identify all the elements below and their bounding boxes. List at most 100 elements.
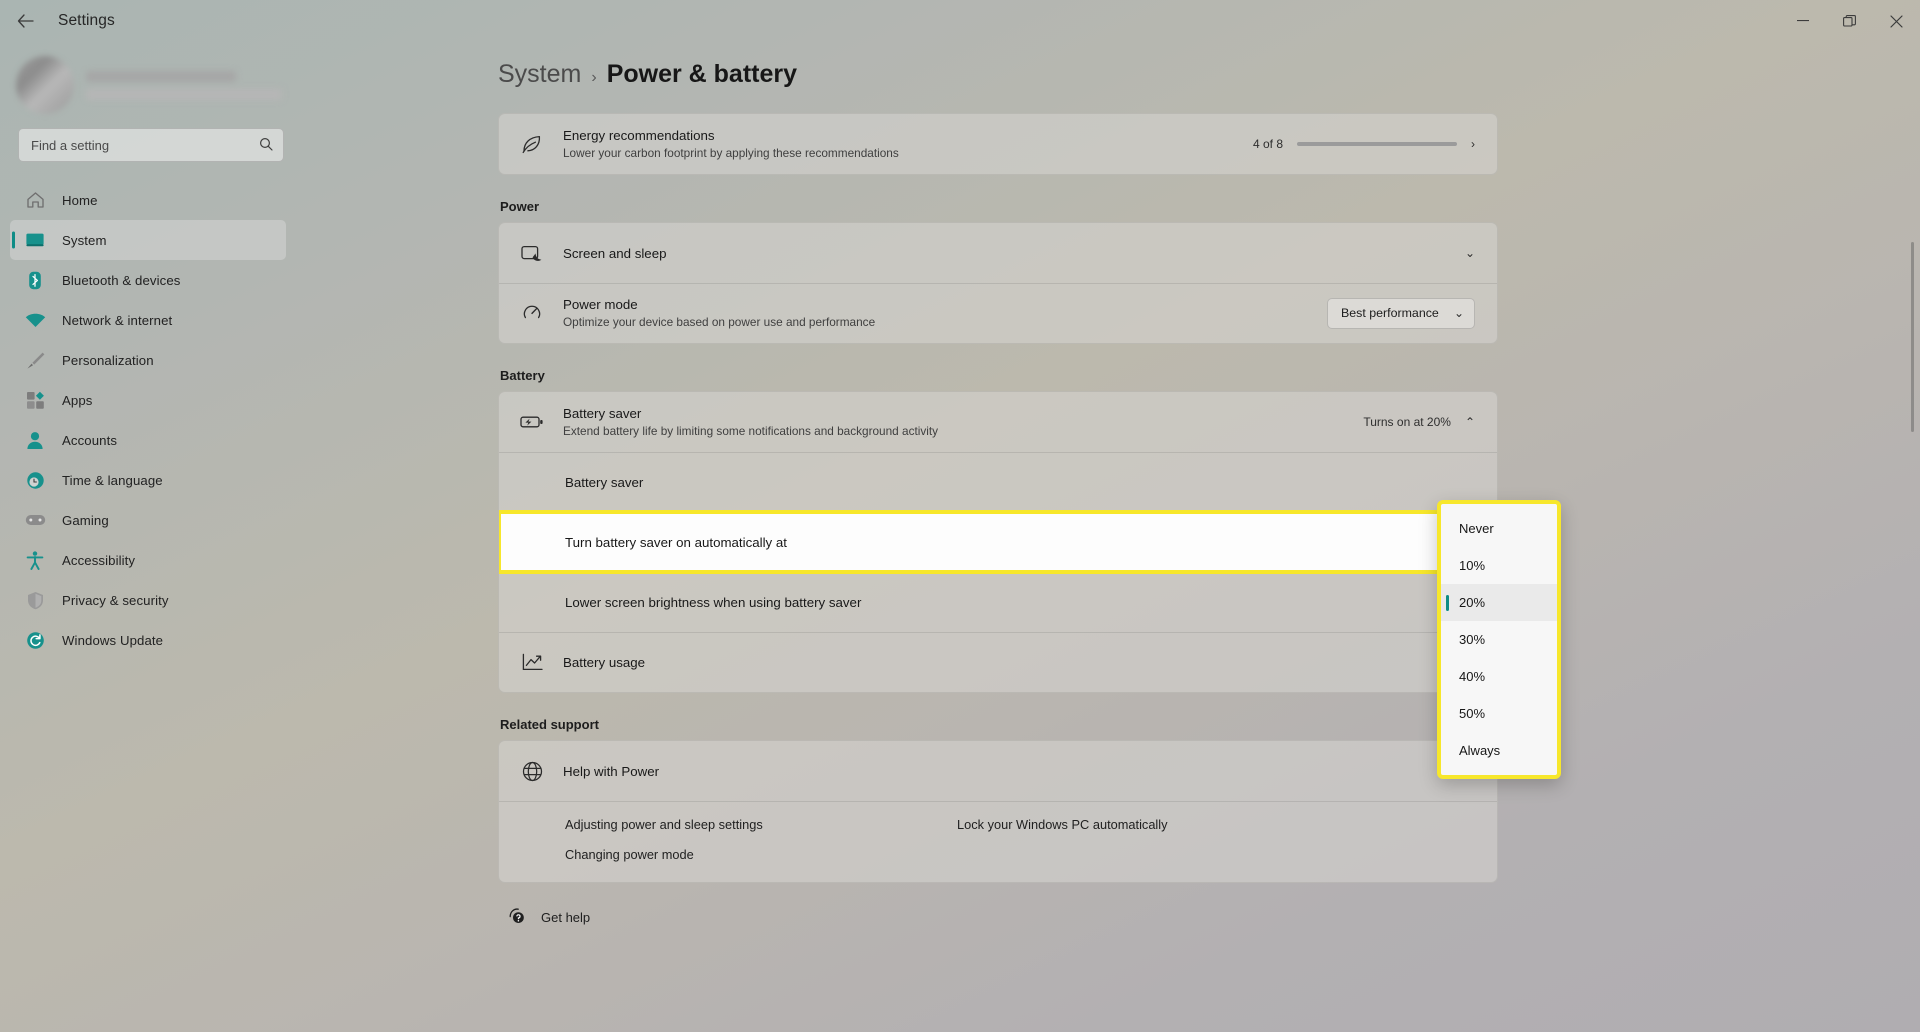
dropdown-option-label: Always xyxy=(1459,743,1501,758)
dropdown-option-label: 10% xyxy=(1459,558,1486,573)
related-support-card: Help with Power ⌃ Adjusting power and sl… xyxy=(498,740,1498,883)
energy-recommendations-row[interactable]: Energy recommendations Lower your carbon… xyxy=(499,114,1497,174)
dropdown-option-label: Never xyxy=(1459,521,1494,536)
turn-battery-saver-on-row[interactable]: Turn battery saver on automatically at xyxy=(499,510,1497,574)
clock-icon xyxy=(24,470,46,490)
sidebar-item-label: Apps xyxy=(62,392,93,408)
chevron-right-icon[interactable]: › xyxy=(1471,137,1475,151)
battery-saver-title: Battery saver xyxy=(563,406,642,421)
dropdown-option-50[interactable]: 50% xyxy=(1441,695,1557,732)
power-mode-text: Power mode Optimize your device based on… xyxy=(563,297,875,329)
sidebar-item-label: Home xyxy=(62,192,98,208)
sidebar-item-label: Accounts xyxy=(62,432,118,448)
dropdown-option-30[interactable]: 30% xyxy=(1441,621,1557,658)
sidebar: Home System Bluetooth xyxy=(0,42,300,1032)
sidebar-item-apps[interactable]: Apps xyxy=(10,380,286,420)
apps-icon xyxy=(24,390,46,410)
close-button[interactable] xyxy=(1873,0,1920,42)
battery-usage-text: Battery usage xyxy=(563,655,645,670)
breadcrumb: System › Power & battery xyxy=(498,60,1920,89)
support-links-right: Lock your Windows PC automatically xyxy=(957,817,1168,862)
chevron-up-icon[interactable]: ⌃ xyxy=(1465,415,1475,429)
help-icon xyxy=(508,907,527,928)
dropdown-option-never[interactable]: Never xyxy=(1441,510,1557,547)
sidebar-item-label: Bluetooth & devices xyxy=(62,272,181,288)
accessibility-icon xyxy=(24,550,46,570)
power-mode-dropdown[interactable]: Best performance ⌄ xyxy=(1327,297,1475,329)
back-button[interactable] xyxy=(8,4,42,38)
lower-brightness-row[interactable]: Lower screen brightness when using batte… xyxy=(499,572,1497,632)
breadcrumb-separator-icon: › xyxy=(591,69,597,86)
battery-card: Battery saver Extend battery life by lim… xyxy=(498,391,1498,693)
maximize-button[interactable] xyxy=(1826,0,1873,42)
power-mode-right: Best performance ⌄ xyxy=(1327,297,1475,329)
battery-saver-text: Battery saver Extend battery life by lim… xyxy=(563,406,938,438)
battery-saver-toggle-row[interactable]: Battery saver xyxy=(499,452,1497,512)
screen-sleep-icon xyxy=(519,244,545,263)
dropdown-option-label: 20% xyxy=(1459,595,1486,610)
user-profile[interactable] xyxy=(0,52,300,114)
sidebar-item-label: Network & internet xyxy=(62,312,173,328)
sidebar-item-accounts[interactable]: Accounts xyxy=(10,420,286,460)
sidebar-item-system[interactable]: System xyxy=(10,220,286,260)
support-link[interactable]: Adjusting power and sleep settings xyxy=(565,817,957,832)
battery-saver-toggle-label: Battery saver xyxy=(565,474,644,490)
chart-icon xyxy=(519,653,545,671)
sidebar-item-accessibility[interactable]: Accessibility xyxy=(10,540,286,580)
battery-saver-row[interactable]: Battery saver Extend battery life by lim… xyxy=(499,392,1497,452)
energy-text: Energy recommendations Lower your carbon… xyxy=(563,128,899,160)
dropdown-option-40[interactable]: 40% xyxy=(1441,658,1557,695)
sidebar-item-personalization[interactable]: Personalization xyxy=(10,340,286,380)
support-link[interactable]: Lock your Windows PC automatically xyxy=(957,817,1168,832)
sidebar-item-privacy-security[interactable]: Privacy & security xyxy=(10,580,286,620)
sidebar-item-label: Gaming xyxy=(62,512,109,528)
title-bar: Settings xyxy=(0,0,1920,42)
dropdown-option-always[interactable]: Always xyxy=(1441,732,1557,769)
turn-battery-saver-on-text: Turn battery saver on automatically at xyxy=(565,535,787,550)
dropdown-option-10[interactable]: 10% xyxy=(1441,547,1557,584)
support-links: Adjusting power and sleep settings Chang… xyxy=(499,801,1497,882)
scrollbar-thumb[interactable] xyxy=(1911,242,1914,432)
brush-icon xyxy=(24,350,46,370)
power-mode-subtitle: Optimize your device based on power use … xyxy=(563,315,876,329)
system-icon xyxy=(24,230,46,250)
screen-and-sleep-row[interactable]: Screen and sleep ⌄ xyxy=(499,223,1497,283)
sidebar-item-gaming[interactable]: Gaming xyxy=(10,500,286,540)
maximize-icon xyxy=(1843,14,1856,27)
sidebar-item-network-internet[interactable]: Network & internet xyxy=(10,300,286,340)
battery-usage-title: Battery usage xyxy=(563,654,646,670)
dropdown-option-label: 30% xyxy=(1459,632,1486,647)
help-with-power-row[interactable]: Help with Power ⌃ xyxy=(499,741,1497,801)
breadcrumb-parent[interactable]: System xyxy=(498,60,581,89)
battery-saver-threshold-dropdown[interactable]: Never 10% 20% 30% 40% 50% Always xyxy=(1437,500,1561,779)
sidebar-item-label: Accessibility xyxy=(62,552,136,568)
get-help-link[interactable]: Get help xyxy=(508,907,1920,928)
update-icon xyxy=(24,630,46,650)
related-support-heading: Related support xyxy=(500,717,599,732)
chevron-down-icon: ⌄ xyxy=(1453,306,1464,320)
support-link[interactable]: Changing power mode xyxy=(565,847,957,862)
sidebar-item-bluetooth-devices[interactable]: Bluetooth & devices xyxy=(10,260,286,300)
search-box[interactable] xyxy=(18,128,284,162)
sidebar-item-label: Personalization xyxy=(62,352,154,368)
dropdown-option-20[interactable]: 20% xyxy=(1441,584,1557,621)
turn-battery-saver-on-label: Turn battery saver on automatically at xyxy=(565,534,787,550)
sidebar-item-windows-update[interactable]: Windows Update xyxy=(10,620,286,660)
get-help-label: Get help xyxy=(541,910,591,925)
search-input[interactable] xyxy=(31,137,259,153)
power-mode-row[interactable]: Power mode Optimize your device based on… xyxy=(499,283,1497,343)
avatar xyxy=(16,56,74,114)
energy-progress-group: 4 of 8 › xyxy=(1253,137,1475,151)
chevron-down-icon[interactable]: ⌄ xyxy=(1465,246,1475,260)
sidebar-item-time-language[interactable]: Time & language xyxy=(10,460,286,500)
energy-count: 4 of 8 xyxy=(1252,137,1283,151)
battery-saver-status: Turns on at 20% xyxy=(1363,415,1451,429)
sidebar-item-home[interactable]: Home xyxy=(10,180,286,220)
arrow-left-icon xyxy=(17,14,34,28)
battery-usage-row[interactable]: Battery usage ⌄ xyxy=(499,632,1497,692)
minimize-button[interactable] xyxy=(1779,0,1826,42)
battery-saver-right: Turns on at 20% ⌃ xyxy=(1363,415,1475,429)
energy-recommendations-card[interactable]: Energy recommendations Lower your carbon… xyxy=(498,113,1498,175)
power-card: Screen and sleep ⌄ Power mode Optimize y… xyxy=(498,222,1498,344)
sidebar-nav: Home System Bluetooth & devices Network … xyxy=(0,180,300,660)
